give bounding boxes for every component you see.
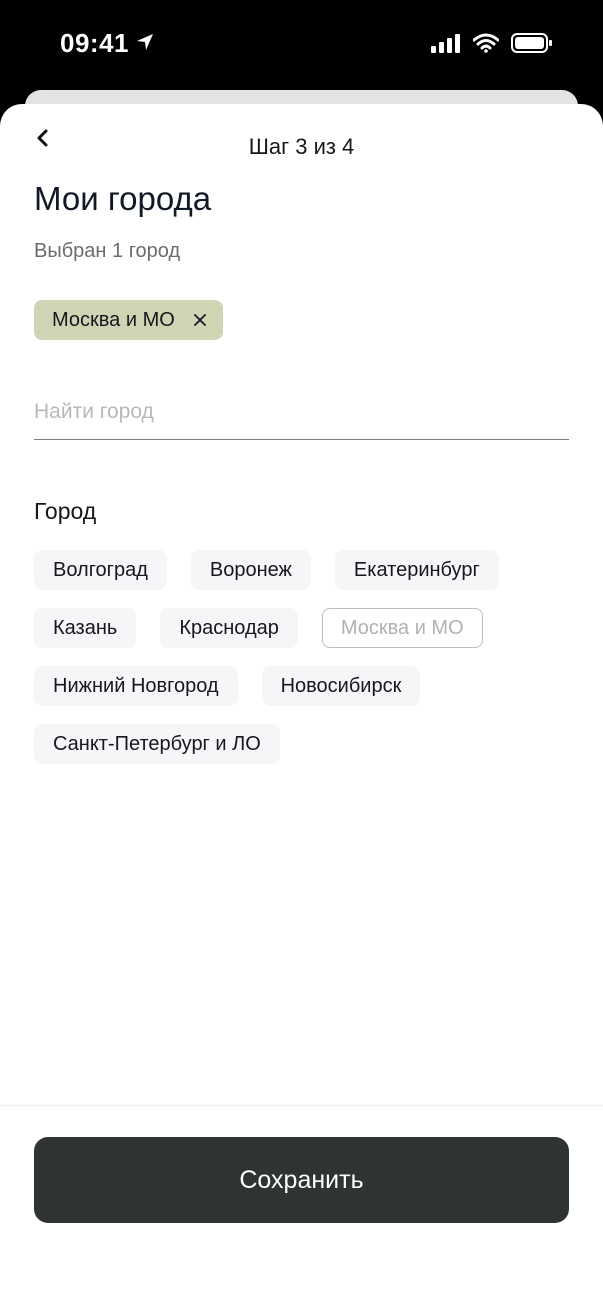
- status-time-text: 09:41: [60, 28, 129, 58]
- wifi-icon: [472, 33, 500, 58]
- selection-count: Выбран 1 город: [34, 240, 181, 262]
- city-chip-novosibirsk[interactable]: Новосибирск: [261, 666, 421, 706]
- city-selection-sheet: Шаг 3 из 4 Мои города Выбран 1 город Мос…: [0, 104, 603, 1306]
- selected-city-chip: Москва и МО: [34, 300, 223, 340]
- city-chip-kazan[interactable]: Казань: [34, 608, 137, 648]
- sheet-header: Шаг 3 из 4: [0, 104, 603, 184]
- close-icon[interactable]: [193, 313, 207, 327]
- city-chip-nizhny-novgorod[interactable]: Нижний Новгород: [34, 666, 238, 706]
- city-search-input[interactable]: [34, 384, 569, 440]
- cellular-signal-icon: [431, 33, 461, 58]
- page-title: Мои города: [34, 180, 212, 217]
- city-chip-krasnodar[interactable]: Краснодар: [160, 608, 298, 648]
- battery-icon: [511, 32, 553, 59]
- location-arrow-icon: [135, 28, 155, 59]
- step-indicator: Шаг 3 из 4: [248, 134, 355, 159]
- status-bar: 09:41: [0, 0, 603, 90]
- city-chip-voronezh[interactable]: Воронеж: [190, 550, 311, 590]
- city-chip-saint-petersburg[interactable]: Санкт-Петербург и ЛО: [34, 724, 280, 764]
- selected-city-label: Москва и МО: [52, 308, 175, 331]
- city-chip-moscow[interactable]: Москва и МО: [321, 608, 483, 648]
- city-chip-yekaterinburg[interactable]: Екатеринбург: [334, 550, 499, 590]
- footer-divider: [0, 1105, 603, 1106]
- status-time: 09:41: [60, 28, 155, 59]
- status-icons: [431, 32, 553, 59]
- save-button[interactable]: Сохранить: [34, 1137, 569, 1223]
- city-chip-volgograd[interactable]: Волгоград: [34, 550, 167, 590]
- city-chip-list: Волгоград Воронеж Екатеринбург Казань Кр…: [34, 550, 574, 764]
- city-section-label: Город: [34, 498, 97, 524]
